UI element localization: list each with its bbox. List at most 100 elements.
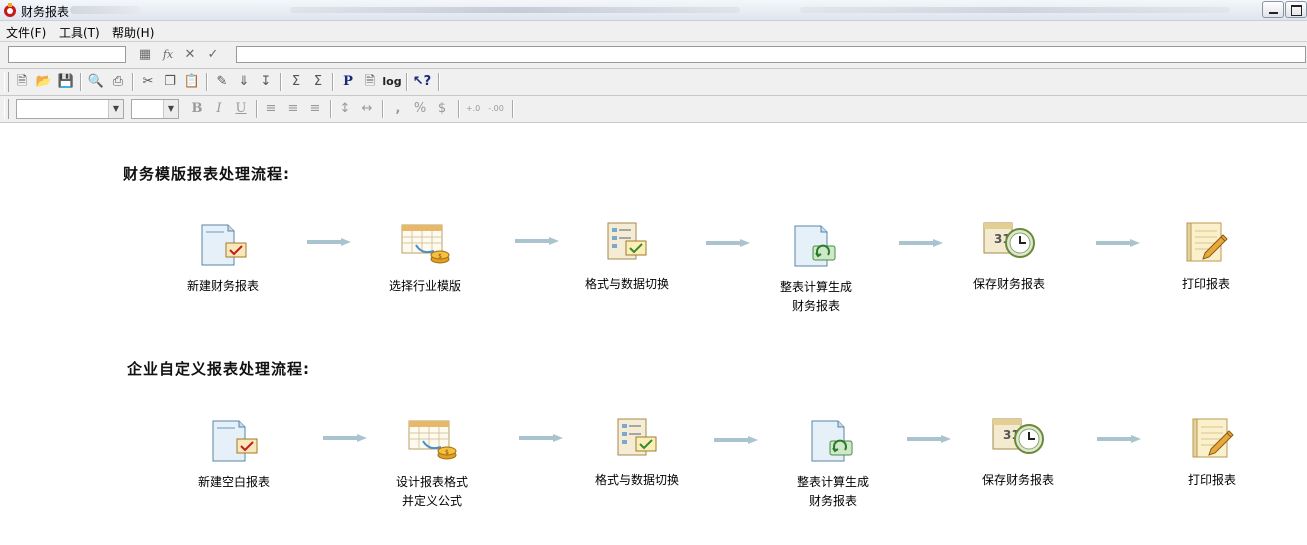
step-label-second-line: 财务报表	[808, 494, 857, 508]
formatting-toolbar: ▼ ▼ B I U ≡ ≡ ≡ ↕ ↔ , % $ +.0 -.00	[0, 96, 1307, 123]
toolbar-separator	[406, 73, 408, 91]
menu-bar: 文件(F) 工具(T) 帮助(H)	[0, 21, 1307, 42]
bold-icon[interactable]: B	[187, 99, 207, 119]
align-right-icon[interactable]: ≡	[305, 99, 325, 119]
flow-step-select-template[interactable]: $ 选择行业模版	[350, 221, 500, 296]
sum-down-icon[interactable]: Σ	[308, 72, 328, 92]
toolbar-separator	[280, 73, 282, 91]
flow-step-calculate-report[interactable]: 整表计算生成 财务报表	[741, 222, 891, 316]
workspace-canvas: 财务模版报表处理流程: 新建财务报表 $ 选择行业模版 格式与数据切换 整表计算…	[0, 123, 1307, 545]
format-data-switch-icon	[607, 222, 647, 260]
window-title: 财务报表	[21, 5, 70, 19]
font-name-select[interactable]: ▼	[16, 99, 124, 119]
sort-down-icon[interactable]: ↧	[256, 72, 276, 92]
flow-step-save-report[interactable]: 31 保存财务报表	[934, 219, 1084, 294]
print-pencil-icon	[1186, 222, 1228, 262]
copy-icon[interactable]: ❐	[160, 72, 180, 92]
flow-step-new-report[interactable]: 新建财务报表	[148, 221, 298, 296]
toolbar-separator	[438, 73, 440, 91]
open-folder-icon[interactable]: 📂	[34, 72, 54, 92]
log-icon[interactable]: log	[382, 72, 402, 92]
new-file-icon[interactable]: 🗎	[12, 72, 32, 92]
menu-file[interactable]: 文件(F)	[6, 24, 46, 41]
toolbar-separator	[132, 73, 134, 91]
flow-step-print-report[interactable]: 打印报表	[1131, 219, 1281, 294]
flow-step-format-data-switch[interactable]: 格式与数据切换	[552, 219, 702, 294]
print-icon[interactable]: ⎙	[108, 72, 128, 92]
page-break-icon[interactable]: 🗎	[360, 72, 380, 92]
flow-arrow	[307, 238, 351, 246]
step-label: 整表计算生成	[796, 475, 869, 489]
step-label: 格式与数据切换	[594, 473, 679, 487]
save-clock-icon: 31	[983, 222, 1035, 258]
sum-icon[interactable]: Σ	[286, 72, 306, 92]
decrease-decimal-icon[interactable]: -.00	[486, 99, 506, 119]
formula-input[interactable]	[236, 46, 1306, 63]
toolbar-separator	[382, 100, 384, 118]
svg-text:$: $	[438, 253, 442, 260]
underline-icon[interactable]: U	[231, 99, 251, 119]
toolbar-grip[interactable]	[4, 99, 9, 119]
cancel-icon[interactable]: ✕	[182, 47, 198, 63]
cell-reference-input[interactable]	[8, 46, 126, 63]
step-label-second-line: 并定义公式	[401, 494, 462, 508]
step-label: 打印报表	[1181, 277, 1230, 291]
title-bar: 财务报表	[0, 0, 1307, 21]
function-icon[interactable]: fx	[160, 47, 176, 63]
flow-step-format-data-switch-2[interactable]: 格式与数据切换	[562, 415, 712, 490]
percent-icon[interactable]: %	[410, 99, 430, 119]
flow-step-calculate-report-2[interactable]: 整表计算生成 财务报表	[758, 417, 908, 511]
step-label: 新建财务报表	[186, 279, 259, 293]
standard-toolbar: 🗎 📂 💾 🔍 ⎙ ✂ ❐ 📋 ✎ ⇓ ↧ Σ Σ P 🗎 log ↖?	[0, 69, 1307, 96]
save-icon[interactable]: 💾	[56, 72, 76, 92]
step-label: 保存财务报表	[972, 277, 1045, 291]
step-label: 打印报表	[1187, 473, 1236, 487]
minimize-button[interactable]	[1262, 1, 1284, 18]
calculator-icon[interactable]: ▦	[137, 47, 153, 63]
paste-icon[interactable]: 📋	[182, 72, 202, 92]
title-blur	[290, 7, 740, 13]
step-label: 设计报表格式	[395, 475, 468, 489]
cut-icon[interactable]: ✂	[138, 72, 158, 92]
confirm-icon[interactable]: ✓	[205, 47, 221, 63]
step-label: 选择行业模版	[388, 279, 461, 293]
chevron-down-icon: ▼	[163, 100, 178, 118]
app-icon	[4, 3, 16, 17]
print-preview-icon[interactable]: 🔍	[86, 72, 106, 92]
font-size-select[interactable]: ▼	[131, 99, 179, 119]
flow-step-print-report-2[interactable]: 打印报表	[1137, 415, 1287, 490]
italic-icon[interactable]: I	[209, 99, 229, 119]
section-title-template-flow: 财务模版报表处理流程:	[123, 165, 290, 183]
horizontal-fit-icon[interactable]: ↔	[357, 99, 377, 119]
help-pointer-icon[interactable]: ↖?	[412, 72, 432, 92]
flow-step-new-blank-report[interactable]: 新建空白报表	[159, 417, 309, 492]
step-label: 保存财务报表	[981, 473, 1054, 487]
template-calendar-icon: $	[401, 224, 450, 264]
increase-decimal-icon[interactable]: +.0	[463, 99, 483, 119]
align-center-icon[interactable]: ≡	[283, 99, 303, 119]
flow-arrow	[1097, 435, 1141, 443]
flow-step-design-format[interactable]: $ 设计报表格式 并定义公式	[357, 417, 507, 511]
minimize-icon	[1269, 12, 1278, 14]
align-left-icon[interactable]: ≡	[261, 99, 281, 119]
maximize-button[interactable]	[1285, 1, 1307, 18]
flow-arrow	[519, 434, 563, 442]
toolbar-grip[interactable]	[4, 72, 9, 92]
currency-icon[interactable]: $	[432, 99, 452, 119]
save-clock-icon: 31	[992, 418, 1044, 454]
blank-report-icon	[201, 224, 247, 266]
flow-step-save-report-2[interactable]: 31 保存财务报表	[943, 415, 1093, 490]
flow-arrow	[714, 436, 758, 444]
fill-down-icon[interactable]: ⇓	[234, 72, 254, 92]
toolbar-separator	[256, 100, 258, 118]
calculate-report-icon	[811, 420, 853, 462]
format-data-switch-icon	[617, 418, 657, 456]
toolbar-separator	[330, 100, 332, 118]
print-pencil-icon	[1192, 418, 1234, 458]
page-setup-icon[interactable]: P	[338, 72, 358, 92]
menu-tools[interactable]: 工具(T)	[59, 24, 100, 41]
comma-style-icon[interactable]: ,	[388, 99, 408, 119]
menu-help[interactable]: 帮助(H)	[112, 24, 154, 41]
format-brush-icon[interactable]: ✎	[212, 72, 232, 92]
vertical-align-icon[interactable]: ↕	[335, 99, 355, 119]
